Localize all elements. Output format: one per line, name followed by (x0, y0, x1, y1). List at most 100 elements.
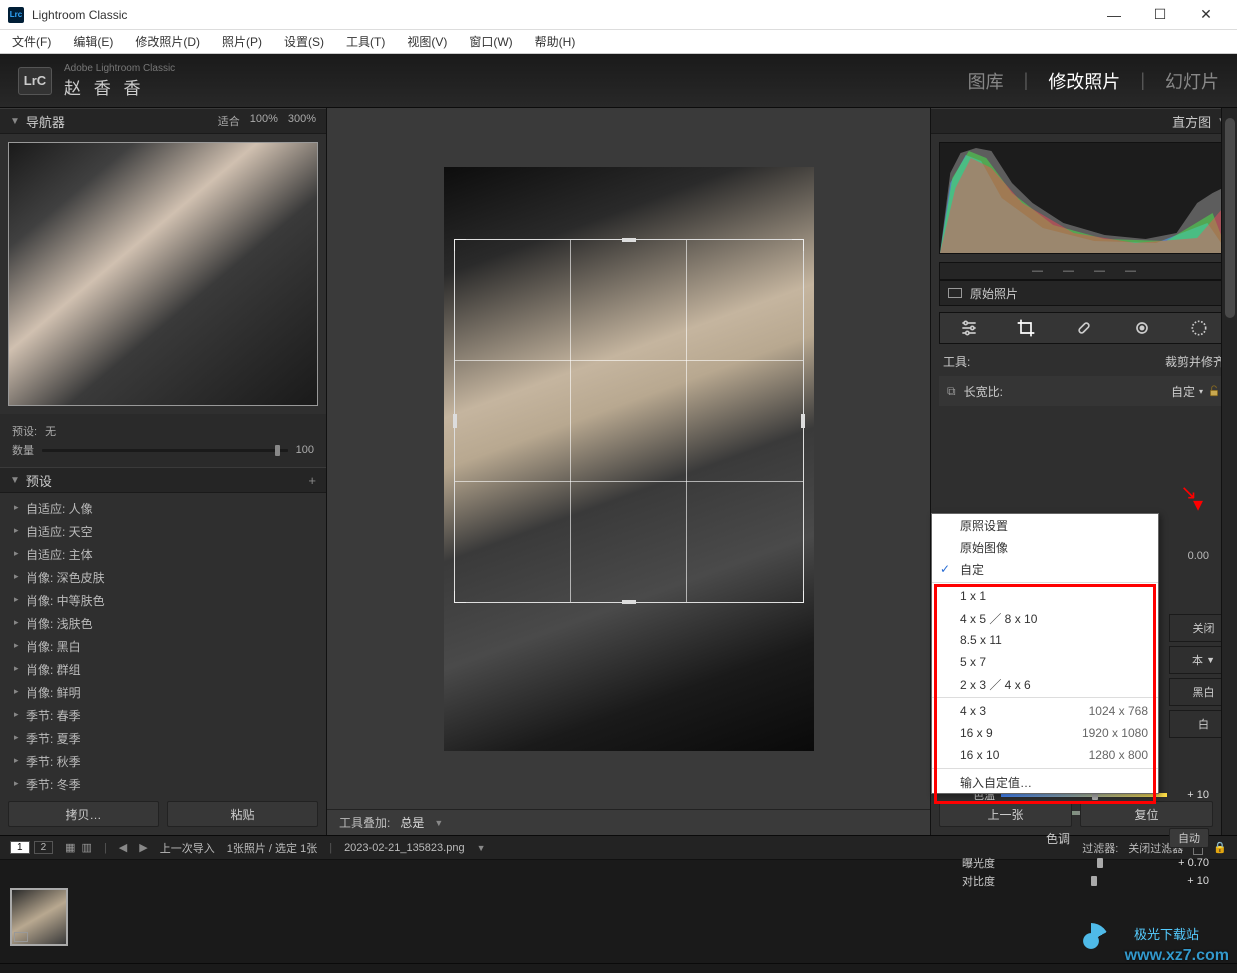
zoom-100[interactable]: 100% (250, 113, 278, 129)
zoom-300[interactable]: 300% (288, 113, 316, 129)
dash: — (1063, 265, 1074, 277)
menu-window[interactable]: 窗口(W) (465, 31, 516, 52)
preset-item[interactable]: 肖像: 群组 (0, 658, 326, 681)
preset-item[interactable]: 肖像: 鲜明 (0, 681, 326, 704)
zoom-fit[interactable]: 适合 (218, 113, 240, 129)
histogram[interactable] (939, 142, 1229, 254)
tool-overlay-bar: 工具叠加: 总是 ▼ (327, 809, 930, 835)
menu-view[interactable]: 视图(V) (403, 31, 451, 52)
menu-item-ratio-px[interactable]: 4 x 31024 x 768 (932, 700, 1158, 722)
filmstrip-thumbnail[interactable] (10, 888, 68, 946)
menu-tools[interactable]: 工具(T) (342, 31, 389, 52)
module-library[interactable]: 图库 (968, 68, 1004, 94)
right-scrollbar[interactable] (1221, 108, 1237, 835)
maximize-button[interactable]: ☐ (1137, 0, 1183, 30)
monitor-1-button[interactable]: 1 (10, 841, 30, 854)
menu-item-ratio[interactable]: 2 x 3 ／ 4 x 6 (932, 673, 1158, 695)
preset-item[interactable]: 肖像: 浅肤色 (0, 612, 326, 635)
minimize-button[interactable]: — (1091, 0, 1137, 30)
preset-value: 无 (45, 423, 56, 439)
preset-item[interactable]: 肖像: 中等肤色 (0, 589, 326, 612)
navigator-header[interactable]: ▼ 导航器 适合 100% 300% (0, 108, 326, 134)
menu-file[interactable]: 文件(F) (8, 31, 55, 52)
grid-icon[interactable]: ▥ (82, 841, 92, 854)
crop-handle-top[interactable] (622, 238, 636, 242)
filmstrip-scrollbar[interactable] (0, 963, 1237, 973)
menu-settings[interactable]: 设置(S) (280, 31, 328, 52)
module-develop[interactable]: 修改照片 (1048, 68, 1120, 94)
presets-header[interactable]: ▼预设 + (0, 467, 326, 493)
arrow-right-icon[interactable]: ▶ (139, 841, 147, 854)
chevron-down-icon[interactable]: ▼ (434, 818, 443, 828)
crop-handle-tr[interactable] (792, 239, 804, 251)
heal-icon[interactable] (1070, 314, 1098, 342)
monitor-2-button[interactable]: 2 (34, 841, 54, 854)
crop-handle-tl[interactable] (454, 239, 466, 251)
preset-item[interactable]: 季节: 夏季 (0, 727, 326, 750)
amount-value: 100 (296, 444, 314, 456)
module-slideshow[interactable]: 幻灯片 (1165, 68, 1219, 94)
crop-handle-right[interactable] (801, 414, 805, 428)
menu-item-ratio[interactable]: 1 x 1 (932, 585, 1158, 607)
left-panel: ▼导航器 适合 100% 300% 预设:无 数量 100 ▼预设 + (0, 108, 327, 835)
preset-item[interactable]: 自适应: 主体 (0, 543, 326, 566)
menu-help[interactable]: 帮助(H) (531, 31, 580, 52)
copy-button[interactable]: 拷贝… (8, 801, 159, 827)
user-name: 赵 香 香 (64, 74, 175, 99)
crop-handle-left[interactable] (453, 414, 457, 428)
photo-canvas[interactable] (444, 167, 814, 751)
paste-button[interactable]: 粘贴 (167, 801, 318, 827)
original-photo-bar[interactable]: 原始照片 (939, 280, 1229, 306)
preset-item[interactable]: 自适应: 人像 (0, 497, 326, 520)
aspect-ratio-dropdown[interactable]: 自定▾ (1171, 383, 1221, 400)
close-button[interactable]: ✕ (1183, 0, 1229, 30)
menu-item-original-image[interactable]: 原始图像 (932, 536, 1158, 558)
menu-item-ratio[interactable]: 5 x 7 (932, 651, 1158, 673)
menu-item-custom[interactable]: ✓自定 (932, 558, 1158, 580)
reset-button[interactable]: 复位 (1080, 801, 1213, 827)
tools-label: 工具: (943, 353, 970, 370)
crop-overlay[interactable] (454, 239, 804, 603)
rectangle-icon (948, 288, 962, 298)
chevron-down-icon[interactable]: ▼ (477, 843, 486, 853)
lock-icon[interactable] (1207, 384, 1221, 398)
preset-item[interactable]: 自适应: 天空 (0, 520, 326, 543)
arrow-left-icon[interactable]: ◀ (119, 841, 127, 854)
more-icon[interactable]: + (308, 473, 316, 488)
preset-item[interactable]: 季节: 秋季 (0, 750, 326, 773)
histogram-title: 直方图 (1172, 112, 1211, 131)
menu-photo[interactable]: 照片(P) (218, 31, 266, 52)
menu-item-ratio-px[interactable]: 16 x 101280 x 800 (932, 744, 1158, 766)
histogram-header[interactable]: 直方图 ▼ (931, 108, 1237, 134)
edit-sliders-icon[interactable] (955, 314, 983, 342)
grid-icon[interactable]: ▦ (65, 841, 75, 854)
preset-item[interactable]: 肖像: 深色皮肤 (0, 566, 326, 589)
menu-develop[interactable]: 修改照片(D) (131, 31, 204, 52)
amount-slider[interactable] (42, 449, 288, 452)
menu-item-enter-custom[interactable]: 输入自定值… (932, 771, 1158, 793)
menu-item-original-settings[interactable]: 原照设置 (932, 514, 1158, 536)
annotation-arrow: ↘▾ (1180, 480, 1197, 505)
breadcrumb-source[interactable]: 上一次导入 (160, 840, 215, 856)
menu-item-ratio[interactable]: 4 x 5 ／ 8 x 10 (932, 607, 1158, 629)
crop-handle-bl[interactable] (454, 591, 466, 603)
redeye-icon[interactable] (1128, 314, 1156, 342)
crop-icon[interactable] (1012, 314, 1040, 342)
navigator-preview[interactable] (8, 142, 318, 406)
preset-item[interactable]: 肖像: 黑白 (0, 635, 326, 658)
canvas-panel: 工具叠加: 总是 ▼ (327, 108, 930, 835)
crop-handle-bottom[interactable] (622, 600, 636, 604)
menu-item-ratio-px[interactable]: 16 x 91920 x 1080 (932, 722, 1158, 744)
chevron-down-icon: ▼ (10, 116, 20, 127)
preset-item[interactable]: 季节: 春季 (0, 704, 326, 727)
crop-handle-br[interactable] (792, 591, 804, 603)
dash: — (1032, 265, 1043, 277)
previous-button[interactable]: 上一张 (939, 801, 1072, 827)
menu-edit[interactable]: 编辑(E) (69, 31, 117, 52)
navigator-title: 导航器 (26, 112, 65, 131)
tool-overlay-value[interactable]: 总是 (400, 814, 424, 831)
mask-icon[interactable] (1185, 314, 1213, 342)
menu-item-ratio[interactable]: 8.5 x 11 (932, 629, 1158, 651)
preset-item[interactable]: 季节: 冬季 (0, 773, 326, 793)
dash: — (1125, 265, 1136, 277)
